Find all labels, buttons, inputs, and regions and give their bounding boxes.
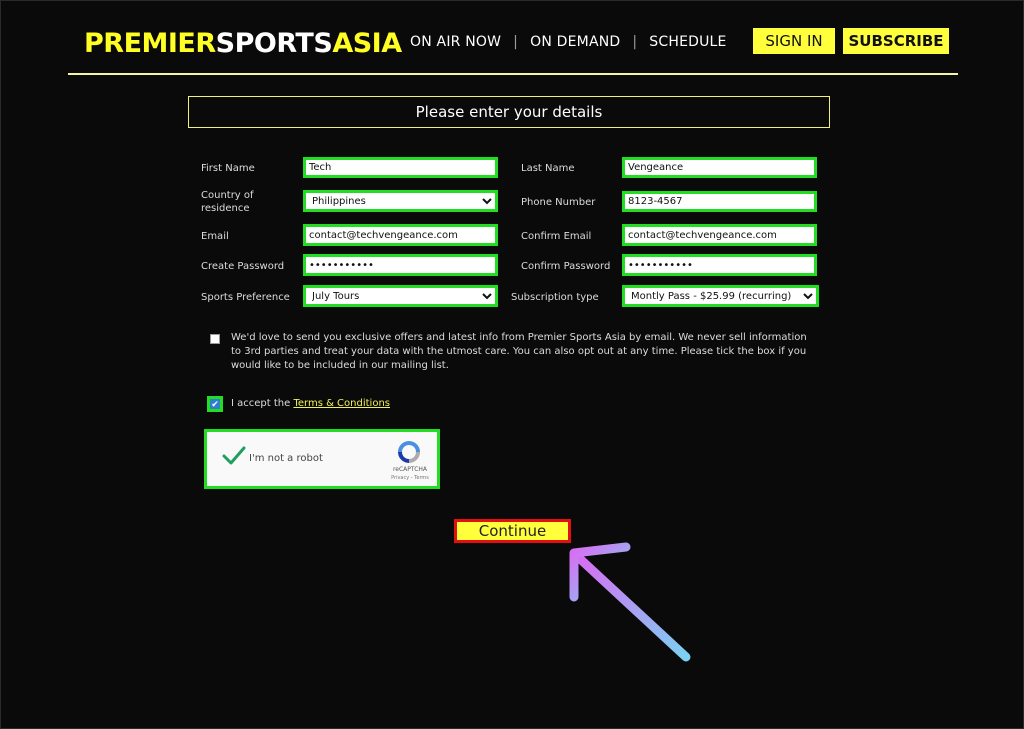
recaptcha-widget: I'm not a robot reCAPTCHA Privacy - Term…: [204, 429, 440, 489]
subscription-type-select[interactable]: Montly Pass - $25.99 (recurring): [622, 285, 819, 307]
logo-part-premier: PREMIER: [84, 27, 216, 59]
first-name-label: First Name: [201, 163, 255, 174]
site-header: PREMIER SPORTS ASIA ON AIR NOW | ON DEMA…: [68, 24, 958, 72]
nav-separator: |: [513, 34, 519, 50]
subscription-type-label: Subscription type: [511, 292, 599, 303]
sports-preference-label: Sports Preference: [201, 292, 290, 303]
first-name-input[interactable]: [303, 157, 498, 178]
mailing-list-checkbox[interactable]: [210, 334, 220, 344]
logo-part-asia: ASIA: [332, 27, 402, 59]
recaptcha-checkmark-icon[interactable]: [221, 443, 247, 469]
form-title: Please enter your details: [188, 96, 830, 128]
create-password-label: Create Password: [201, 261, 285, 272]
recaptcha-brand: reCAPTCHA: [392, 466, 428, 473]
create-password-input[interactable]: [303, 254, 498, 276]
email-input[interactable]: [303, 224, 498, 246]
pointer-arrow-icon: [569, 542, 691, 662]
last-name-label: Last Name: [521, 163, 575, 174]
checkmark-icon: ✔: [211, 398, 219, 409]
logo-part-sports: SPORTS: [215, 27, 333, 59]
email-label: Email: [201, 231, 229, 242]
subscribe-button[interactable]: SUBSCRIBE: [843, 28, 949, 54]
accept-terms-text: I accept the Terms & Conditions: [231, 398, 390, 409]
accept-terms-prefix: I accept the: [231, 398, 291, 409]
sign-in-button[interactable]: SIGN IN: [753, 28, 835, 54]
continue-button[interactable]: Continue: [454, 519, 571, 543]
phone-label: Phone Number: [521, 197, 596, 208]
sports-preference-select[interactable]: July Tours: [303, 285, 498, 307]
premier-sports-asia-logo[interactable]: PREMIER SPORTS ASIA: [84, 26, 402, 60]
terms-conditions-link[interactable]: Terms & Conditions: [293, 398, 390, 409]
terms-checkbox[interactable]: ✔: [207, 396, 223, 412]
confirm-email-input[interactable]: [622, 224, 817, 246]
confirm-password-label: Confirm Password: [521, 261, 611, 272]
country-select[interactable]: Philippines: [303, 190, 498, 212]
last-name-input[interactable]: [622, 157, 817, 178]
country-label: Country of residence: [201, 190, 254, 214]
header-divider: [68, 73, 958, 75]
phone-input[interactable]: [622, 191, 817, 212]
recaptcha-logo-icon: [398, 441, 420, 463]
nav-schedule[interactable]: SCHEDULE: [649, 34, 726, 50]
recaptcha-label: I'm not a robot: [249, 453, 323, 464]
confirm-email-label: Confirm Email: [521, 231, 592, 242]
nav-separator: |: [632, 34, 638, 50]
confirm-password-input[interactable]: [622, 254, 817, 276]
marketing-consent-text: We'd love to send you exclusive offers a…: [231, 332, 807, 371]
nav-on-demand[interactable]: ON DEMAND: [530, 34, 620, 50]
recaptcha-privacy-terms[interactable]: Privacy - Terms: [383, 475, 437, 481]
nav-on-air-now[interactable]: ON AIR NOW: [410, 34, 501, 50]
main-nav: ON AIR NOW | ON DEMAND | SCHEDULE: [410, 34, 727, 50]
